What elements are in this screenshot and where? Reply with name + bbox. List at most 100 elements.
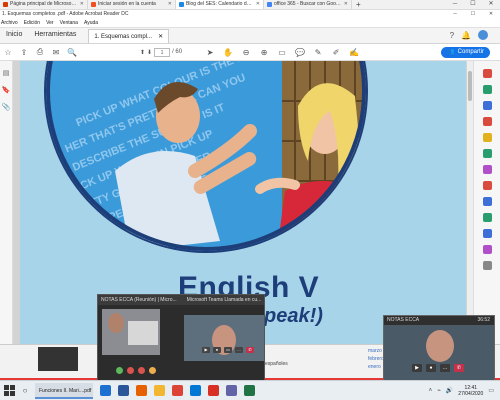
close-icon[interactable]: ✕ (482, 0, 500, 9)
tab-herramientas[interactable]: Herramientas (28, 27, 82, 43)
hang-up-button[interactable]: ✆ (246, 347, 254, 353)
pen-icon[interactable]: ✎ (310, 48, 326, 57)
hand-icon[interactable]: ✋ (220, 48, 236, 57)
search-icon[interactable]: ○ (19, 386, 31, 395)
office-icon (3, 1, 8, 7)
taskbar-item-pdf[interactable]: Funciones II. Mari....pdf (35, 382, 93, 399)
attachment-icon[interactable]: 📎 (2, 103, 11, 111)
organize-pages-icon[interactable] (483, 149, 492, 158)
camera-icon[interactable]: ▶ (412, 364, 422, 372)
maximize-icon[interactable]: ☐ (464, 10, 482, 19)
clock[interactable]: 12:41 27/04/2020 (458, 385, 483, 397)
more-tools-icon[interactable] (483, 261, 492, 270)
send-for-signature-icon[interactable] (483, 245, 492, 254)
page-number-input[interactable]: 1 (154, 47, 171, 57)
close-icon[interactable]: ✕ (80, 1, 84, 7)
page-thumbnail[interactable] (38, 347, 78, 371)
start-button[interactable] (4, 384, 16, 397)
protect-icon[interactable] (483, 197, 492, 206)
close-icon[interactable]: ✕ (344, 1, 348, 7)
page-fit-icon[interactable]: ▭ (274, 48, 290, 57)
tab-inicio[interactable]: Inicio (0, 27, 28, 43)
mail-app-icon[interactable] (190, 385, 201, 396)
network-icon[interactable]: ⌁ (437, 387, 441, 394)
comment-tool-icon[interactable] (483, 133, 492, 142)
acrobat-icon[interactable] (208, 385, 219, 396)
camera-icon[interactable]: ▶ (202, 347, 210, 353)
menu-ver[interactable]: Ver (46, 19, 54, 27)
sign-icon[interactable]: ✍ (346, 48, 362, 57)
pages-icon[interactable]: ▤ (3, 69, 10, 77)
search-icon[interactable]: 🔍 (64, 48, 80, 57)
menu-ventana[interactable]: Ventana (60, 19, 78, 27)
excel-icon[interactable] (244, 385, 255, 396)
compress-icon[interactable] (483, 213, 492, 222)
left-navigation-panel: ▤ 🔖 📎 (0, 61, 13, 344)
maximize-icon[interactable]: ☐ (464, 0, 482, 9)
edge-icon[interactable] (118, 385, 129, 396)
task-view-icon[interactable] (100, 385, 111, 396)
redact-icon[interactable] (483, 181, 492, 190)
tab-document[interactable]: 1. Esquemas compl... ✕ (88, 29, 170, 43)
print-icon[interactable]: ⎙ (32, 47, 48, 57)
new-tab-button[interactable]: + (352, 0, 365, 9)
teams-meeting-window[interactable]: NOTAS ECCA (Reunión) | Micro... Microsof… (97, 294, 265, 382)
minimize-icon[interactable]: ─ (446, 10, 464, 19)
share-button[interactable]: 👥 Compartir (441, 46, 490, 58)
file-explorer-icon[interactable] (154, 385, 165, 396)
toolbar: ☆ ⇪ ⎙ ✉ 🔍 ⬆ ⬇ 1 / 60 ➤ ✋ ⊖ ⊕ ▭ 💬 ✎ ✐ ✍ 👥… (0, 44, 500, 61)
mic-icon[interactable]: ● (426, 364, 436, 372)
share-screen-icon[interactable]: ▭ (224, 347, 232, 353)
more-icon[interactable]: … (235, 347, 243, 353)
close-icon[interactable]: ✕ (256, 1, 260, 7)
cursor-icon[interactable]: ➤ (202, 48, 218, 57)
close-icon[interactable]: ✕ (168, 1, 172, 7)
volume-icon[interactable]: 🔊 (446, 387, 453, 394)
firefox-icon[interactable] (136, 385, 147, 396)
zoom-in-icon[interactable]: ⊕ (256, 48, 272, 57)
browser-tab-3[interactable]: office 365 - Buscar con Google ✕ (264, 0, 352, 9)
yellow-dot-icon[interactable] (149, 367, 156, 374)
bookmarks-icon[interactable]: 🔖 (2, 86, 11, 94)
page-up-icon[interactable]: ⬆ (140, 49, 145, 56)
help-icon[interactable]: ? (450, 31, 454, 40)
export-pdf-icon[interactable] (483, 69, 492, 78)
minimize-icon[interactable]: ─ (446, 0, 464, 9)
fill-sign-icon[interactable] (483, 165, 492, 174)
create-pdf-icon[interactable] (483, 85, 492, 94)
red-dot-icon[interactable] (138, 367, 145, 374)
bell-icon[interactable]: 🔔 (461, 31, 471, 40)
chevron-up-icon[interactable]: ˄ (429, 388, 433, 394)
browser-tab-0[interactable]: Página principal de Microsoft O... ✕ (0, 0, 88, 9)
mail-icon[interactable]: ✉ (48, 48, 64, 57)
shared-screen-video (102, 309, 160, 355)
teams-icon[interactable] (226, 385, 237, 396)
highlight-icon[interactable]: ✐ (328, 48, 344, 57)
close-icon[interactable]: ✕ (158, 30, 163, 43)
menu-archivo[interactable]: Archivo (1, 19, 18, 27)
combine-files-icon[interactable] (483, 117, 492, 126)
edit-pdf-icon[interactable] (483, 101, 492, 110)
menu-edicion[interactable]: Edición (24, 19, 40, 27)
scrollbar-thumb[interactable] (468, 71, 472, 101)
browser-tab-2[interactable]: Blog del SES: Calendario de exa...✕ (176, 0, 264, 9)
upload-icon[interactable]: ⇪ (16, 48, 32, 57)
mic-icon[interactable]: ● (213, 347, 221, 353)
green-dot-icon[interactable] (116, 367, 123, 374)
teams-mini-window[interactable]: NOTAS ECCA 36:52 ▶ ● … ✆ (383, 315, 495, 381)
red-dot-icon[interactable] (127, 367, 134, 374)
notification-icon[interactable]: ▭ (488, 387, 494, 394)
close-icon[interactable]: ✕ (482, 10, 500, 19)
scan-icon[interactable] (483, 229, 492, 238)
hang-up-button[interactable]: ✆ (454, 364, 464, 372)
avatar[interactable] (478, 30, 488, 40)
comment-icon[interactable]: 💬 (292, 48, 308, 57)
bookmark-star-icon[interactable]: ☆ (0, 48, 16, 57)
menu-ayuda[interactable]: Ayuda (84, 19, 98, 27)
zoom-out-icon[interactable]: ⊖ (238, 48, 254, 57)
chrome-icon[interactable] (172, 385, 183, 396)
page-down-icon[interactable]: ⬇ (147, 49, 152, 56)
browser-tab-1[interactable]: Iniciar sesión en la cuenta ✕ (88, 0, 176, 9)
windows-taskbar: ○ Funciones II. Mari....pdf ˄ ⌁ 🔊 12:41 … (0, 380, 500, 400)
more-icon[interactable]: … (440, 364, 450, 372)
